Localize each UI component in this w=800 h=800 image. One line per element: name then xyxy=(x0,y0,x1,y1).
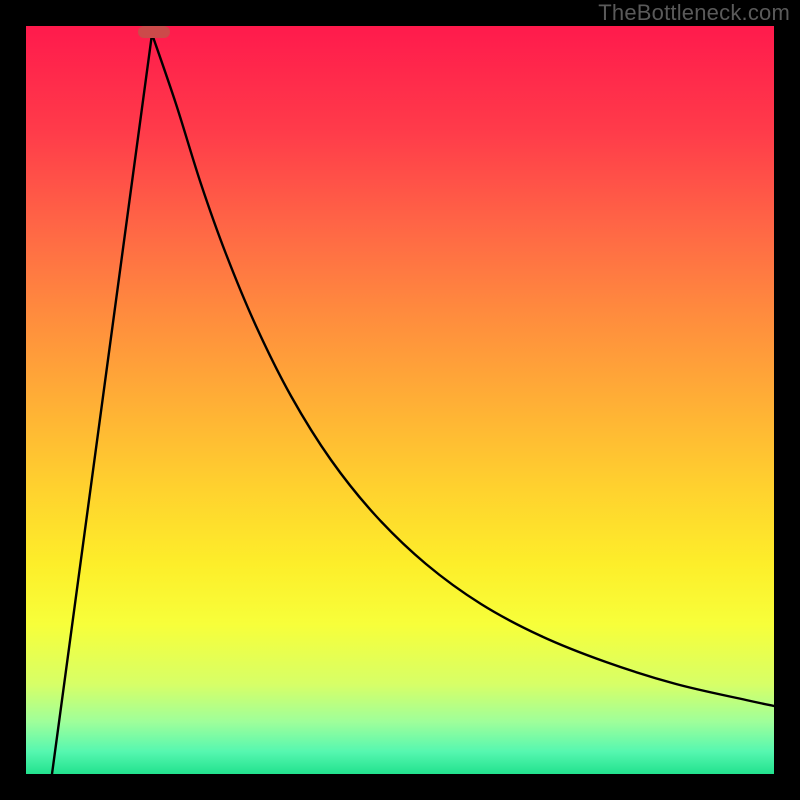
curve-left-branch xyxy=(52,34,152,774)
curve-right-branch xyxy=(152,34,774,706)
watermark-label: TheBottleneck.com xyxy=(598,0,790,26)
chart-plot-area xyxy=(26,26,774,774)
minimum-marker xyxy=(138,26,170,38)
chart-curve xyxy=(26,26,774,774)
chart-frame: TheBottleneck.com xyxy=(0,0,800,800)
